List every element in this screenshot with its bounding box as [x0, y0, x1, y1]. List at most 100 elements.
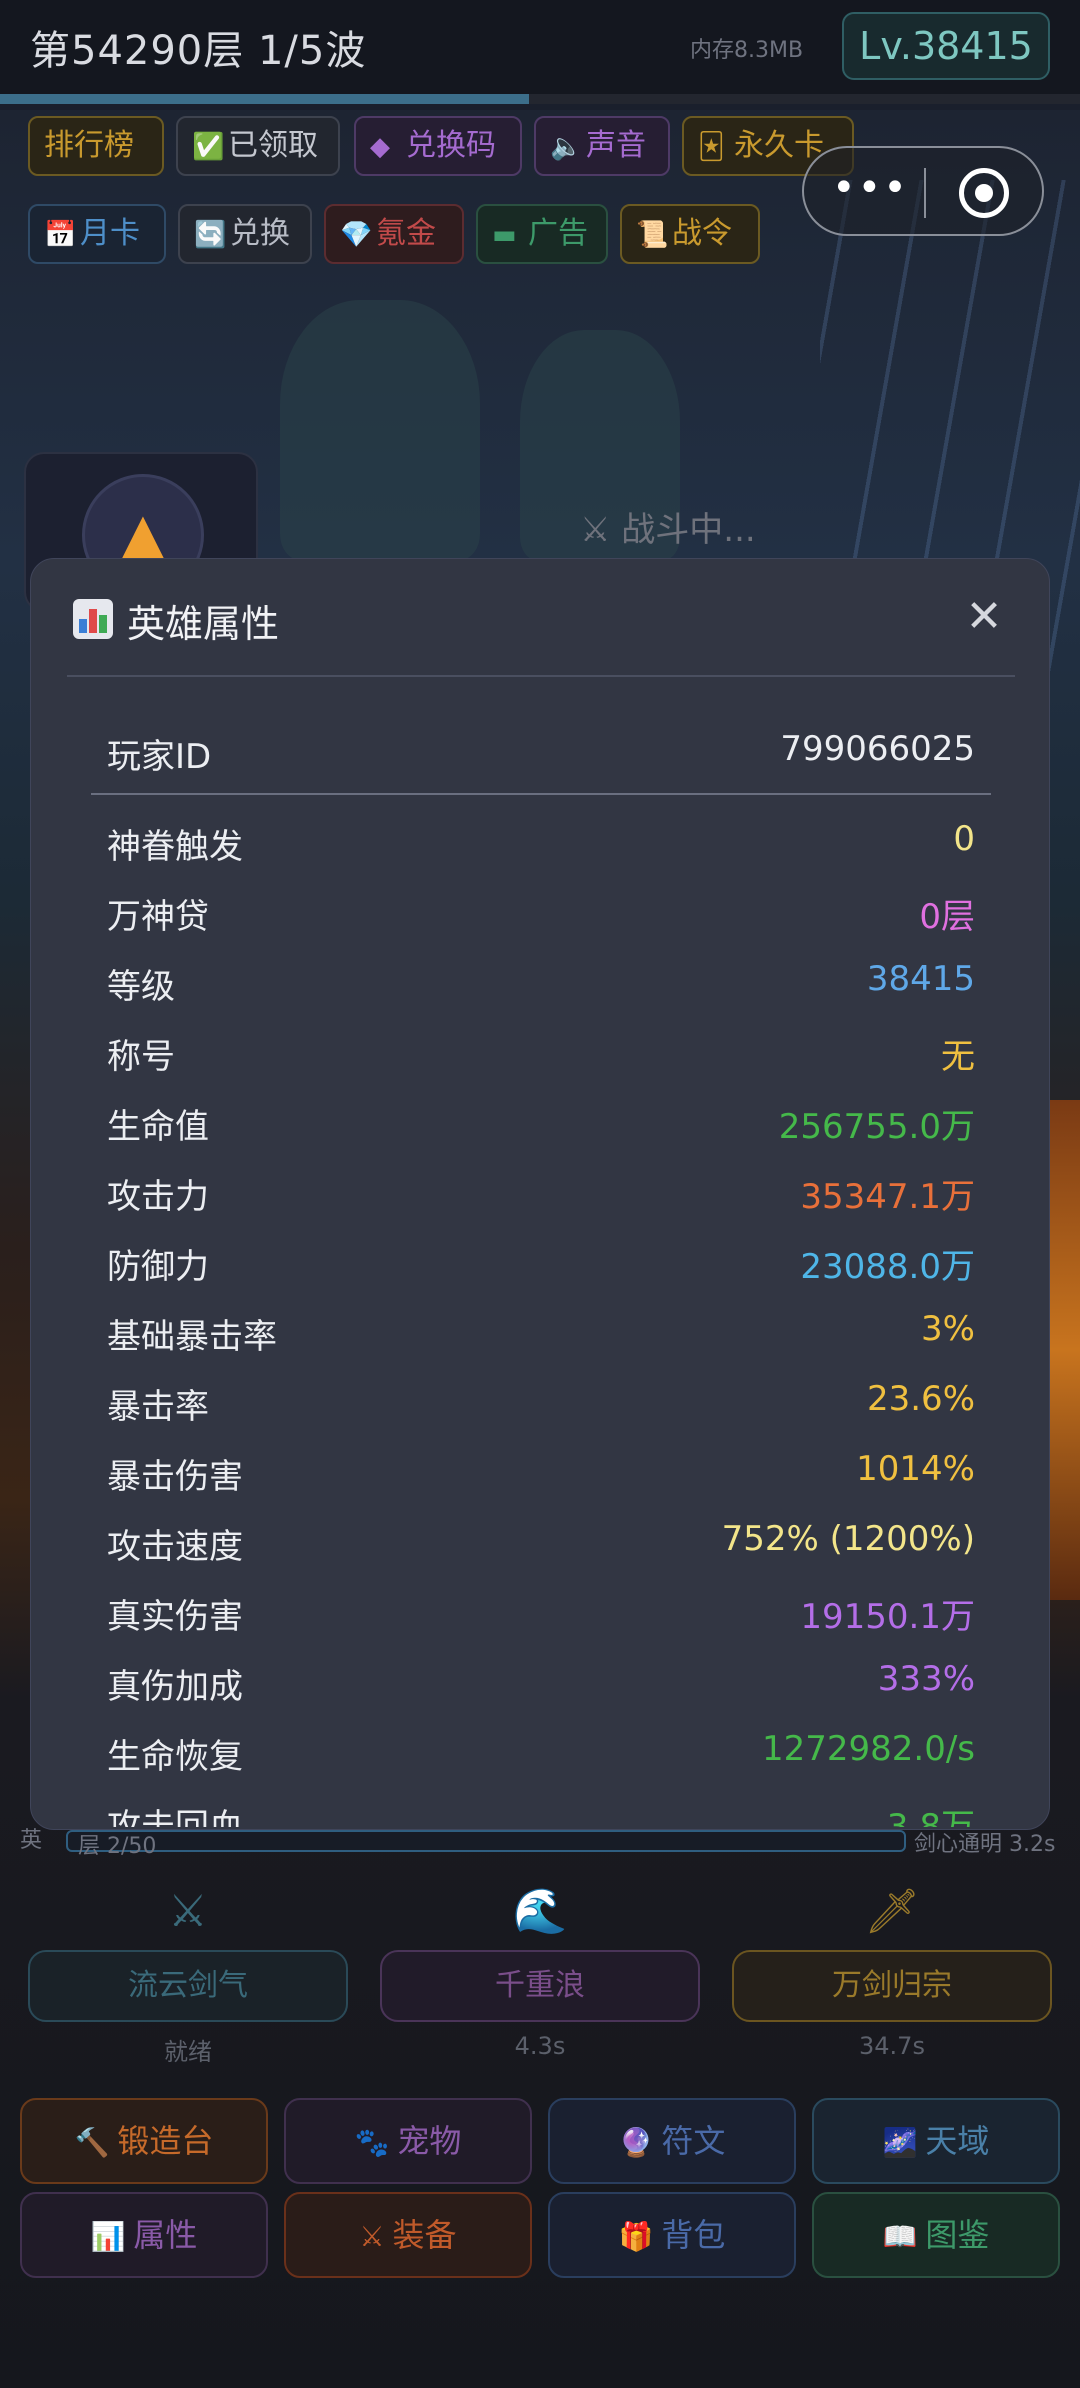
chip-label: 广告: [528, 216, 588, 251]
nav-button[interactable]: 🎁 背包: [548, 2192, 796, 2278]
stat-row: 等级 38415: [91, 947, 991, 1017]
skill-button[interactable]: 万剑归宗: [732, 1950, 1052, 2022]
battle-status: ⚔ 战斗中...: [580, 510, 756, 550]
player-id-label: 玩家ID: [107, 737, 212, 777]
skill-button[interactable]: 流云剑气: [28, 1950, 348, 2022]
nav-label: 锻造台: [117, 2122, 214, 2160]
nav-button[interactable]: 📖 图鉴: [812, 2192, 1060, 2278]
nav-button[interactable]: 🐾 宠物: [284, 2098, 532, 2184]
chip-icon: 💎: [340, 220, 373, 250]
stat-row: 攻击速度 752% (1200%): [91, 1507, 991, 1577]
stat-value: 1014%: [856, 1449, 975, 1489]
stat-label: 神眷触发: [107, 827, 243, 867]
stat-row: 攻击回血 3.8万: [91, 1787, 991, 1827]
stat-value: 3.8万: [886, 1807, 975, 1827]
skill-button[interactable]: 千重浪: [380, 1950, 700, 2022]
more-menu-icon[interactable]: •••: [832, 168, 909, 208]
stat-label: 防御力: [107, 1247, 209, 1287]
chip-label: 排行榜: [44, 128, 134, 163]
skill-cooldown: 34.7s: [859, 2032, 925, 2060]
chip-button[interactable]: 🔈 声音: [534, 116, 670, 176]
chip-label: 战令: [672, 216, 732, 251]
stat-row: 基础暴击率 3%: [91, 1297, 991, 1367]
nav-label: 天域: [925, 2122, 990, 2160]
nav-label: 属性: [133, 2216, 198, 2254]
stat-row: 攻击力 35347.1万: [91, 1157, 991, 1227]
nav-label: 图鉴: [925, 2216, 990, 2254]
nav-label: 符文: [661, 2122, 726, 2160]
chip-button[interactable]: 排行榜: [28, 116, 164, 176]
skill-cooldown: 4.3s: [514, 2032, 566, 2060]
chip-label: 氪金: [376, 216, 436, 251]
chip-button[interactable]: 📜 战令: [620, 204, 760, 264]
nav-label: 背包: [661, 2216, 726, 2254]
chip-icon: 🃏: [698, 132, 725, 162]
nav-icon: 🔨: [74, 2126, 110, 2159]
chip-icon: 🔄: [194, 220, 227, 250]
bar-chart-icon: [73, 599, 113, 639]
nav-icon: 🌌: [882, 2126, 918, 2159]
stat-row: 万神贷 0层: [91, 877, 991, 947]
close-icon[interactable]: ✕: [961, 595, 1007, 641]
skill-slot: 🗡 万剑归宗 34.7s: [732, 1870, 1052, 2070]
chip-button[interactable]: ✅ 已领取: [176, 116, 340, 176]
buff-timer: 剑心通明 3.2s: [914, 1832, 1056, 1857]
stat-row: 称号 无: [91, 1017, 991, 1087]
stat-label: 基础暴击率: [107, 1317, 277, 1357]
stat-value: 23.6%: [866, 1379, 975, 1419]
stat-value: 19150.1万: [800, 1597, 975, 1637]
chip-label: 声音: [586, 128, 646, 163]
chip-icon: ◆: [370, 132, 390, 162]
modal-title: 英雄属性: [127, 602, 280, 646]
chip-icon: 📜: [636, 220, 669, 250]
chip-button[interactable]: 📅 月卡: [28, 204, 166, 264]
chip-label: 永久卡: [734, 128, 824, 163]
hero-attributes-modal: 英雄属性 ✕ 玩家ID 799066025 神眷触发 0 万神贷 0层 等级 38415 称…: [30, 558, 1050, 1830]
nav-icon: 📖: [882, 2220, 918, 2253]
nav-button[interactable]: ⚔ 装备: [284, 2192, 532, 2278]
cave-rock: [280, 300, 480, 560]
stats-list: 玩家ID 799066025 神眷触发 0 万神贷 0层 等级 38415 称号 无生命值 25…: [91, 709, 991, 1827]
chip-label: 已领取: [228, 128, 318, 163]
stat-label: 真伤加成: [107, 1667, 243, 1707]
chip-icon: 📅: [44, 220, 77, 250]
nav-icon: ⚔: [359, 2220, 385, 2253]
nav-button[interactable]: 🔨 锻造台: [20, 2098, 268, 2184]
skill-icon: 🗡: [864, 1886, 920, 1937]
top-bar: 第54290层 1/5波 内存8.3MB Lv.38415: [0, 0, 1080, 96]
nav-label: 装备: [392, 2216, 457, 2254]
chip-icon: ✅: [192, 132, 225, 162]
skill-icon: ⚔: [168, 1886, 208, 1937]
skill-cooldown: 就绪: [164, 2038, 212, 2066]
nav-button[interactable]: 🔮 符文: [548, 2098, 796, 2184]
chip-button[interactable]: 💎 氪金: [324, 204, 464, 264]
nav-button[interactable]: 📊 属性: [20, 2192, 268, 2278]
chip-icon: ▬: [492, 220, 517, 250]
stat-row: 生命值 256755.0万: [91, 1087, 991, 1157]
chip-button[interactable]: 🔄 兑换: [178, 204, 312, 264]
mini-program-capsule[interactable]: •••: [802, 146, 1044, 236]
modal-header: 英雄属性 ✕: [31, 559, 1049, 677]
skill-slot: 🌊 千重浪 4.3s: [380, 1870, 700, 2070]
skill-slot: ⚔ 流云剑气就绪: [28, 1870, 348, 2070]
stat-label: 攻击回血: [107, 1807, 243, 1827]
close-mini-program-icon[interactable]: [959, 168, 1009, 218]
stat-label: 暴击伤害: [107, 1457, 243, 1497]
nav-button[interactable]: 🌌 天域: [812, 2098, 1060, 2184]
stat-row: 真伤加成 333%: [91, 1647, 991, 1717]
nav-icon: 📊: [90, 2220, 126, 2253]
level-badge: Lv.38415: [842, 12, 1050, 80]
stat-row: 暴击伤害 1014%: [91, 1437, 991, 1507]
nav-icon: 🐾: [354, 2126, 390, 2159]
nav-icon: 🎁: [618, 2220, 654, 2253]
stat-value: 23088.0万: [800, 1247, 975, 1287]
stat-label: 等级: [107, 967, 175, 1007]
floor-wave-title: 第54290层 1/5波: [30, 28, 367, 74]
stat-label: 生命恢复: [107, 1737, 243, 1777]
nav-label: 宠物: [397, 2122, 462, 2160]
chip-button[interactable]: ▬ 广告: [476, 204, 608, 264]
floor-progress-bar: 层 2/50: [66, 1830, 906, 1859]
stat-row: 神眷触发 0: [91, 807, 991, 877]
stat-value: 333%: [877, 1659, 975, 1699]
chip-button[interactable]: ◆ 兑换码: [354, 116, 522, 176]
